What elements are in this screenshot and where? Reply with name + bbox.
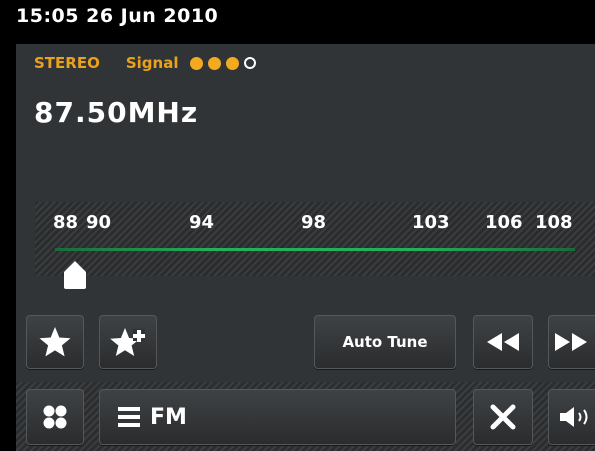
signal-dot-filled bbox=[208, 56, 222, 70]
clock-datetime: 15:05 26 Jun 2010 bbox=[16, 5, 219, 27]
fast-forward-button[interactable] bbox=[548, 315, 595, 369]
tuning-slider-handle[interactable] bbox=[63, 260, 87, 290]
fm-band-line bbox=[55, 248, 575, 251]
menu-button[interactable] bbox=[26, 389, 84, 445]
scale-label: 94 bbox=[189, 212, 215, 233]
auto-tune-button[interactable]: Auto Tune bbox=[314, 315, 456, 369]
close-button[interactable] bbox=[473, 389, 533, 445]
star-plus-icon bbox=[110, 328, 145, 356]
scale-label: 98 bbox=[301, 212, 327, 233]
signal-dot-empty bbox=[244, 57, 257, 69]
scale-label: 103 bbox=[412, 212, 450, 233]
fast-forward-icon bbox=[555, 333, 587, 351]
stereo-indicator: STEREO bbox=[34, 54, 100, 72]
tuning-scale[interactable]: 88 90 94 98 103 106 108 bbox=[35, 202, 595, 276]
add-favorite-button[interactable] bbox=[99, 315, 157, 369]
top-status-bar: 15:05 26 Jun 2010 bbox=[0, 0, 595, 44]
rewind-icon bbox=[487, 333, 519, 351]
rewind-button[interactable] bbox=[473, 315, 533, 369]
star-icon bbox=[39, 327, 71, 357]
volume-button[interactable] bbox=[548, 389, 595, 445]
signal-label: Signal bbox=[125, 54, 179, 72]
radio-screen: 15:05 26 Jun 2010 STEREO Signal 87.50MHz… bbox=[0, 0, 595, 451]
list-icon bbox=[118, 407, 140, 427]
scale-label: 90 bbox=[86, 212, 112, 233]
source-button[interactable]: FM bbox=[99, 389, 456, 445]
frequency-display: 87.50MHz bbox=[34, 96, 199, 129]
scale-label: 106 bbox=[485, 212, 523, 233]
signal-dot-filled bbox=[190, 56, 204, 70]
signal-strength-indicator bbox=[190, 56, 257, 70]
reception-status: STEREO Signal bbox=[34, 54, 257, 72]
scale-label: 108 bbox=[535, 212, 573, 233]
scale-label: 88 bbox=[53, 212, 79, 233]
signal-dot-filled bbox=[226, 56, 240, 70]
speaker-icon bbox=[560, 407, 588, 427]
close-icon bbox=[490, 404, 516, 430]
menu-dots-icon bbox=[43, 405, 67, 429]
favorites-button[interactable] bbox=[26, 315, 84, 369]
source-label: FM bbox=[150, 404, 187, 430]
